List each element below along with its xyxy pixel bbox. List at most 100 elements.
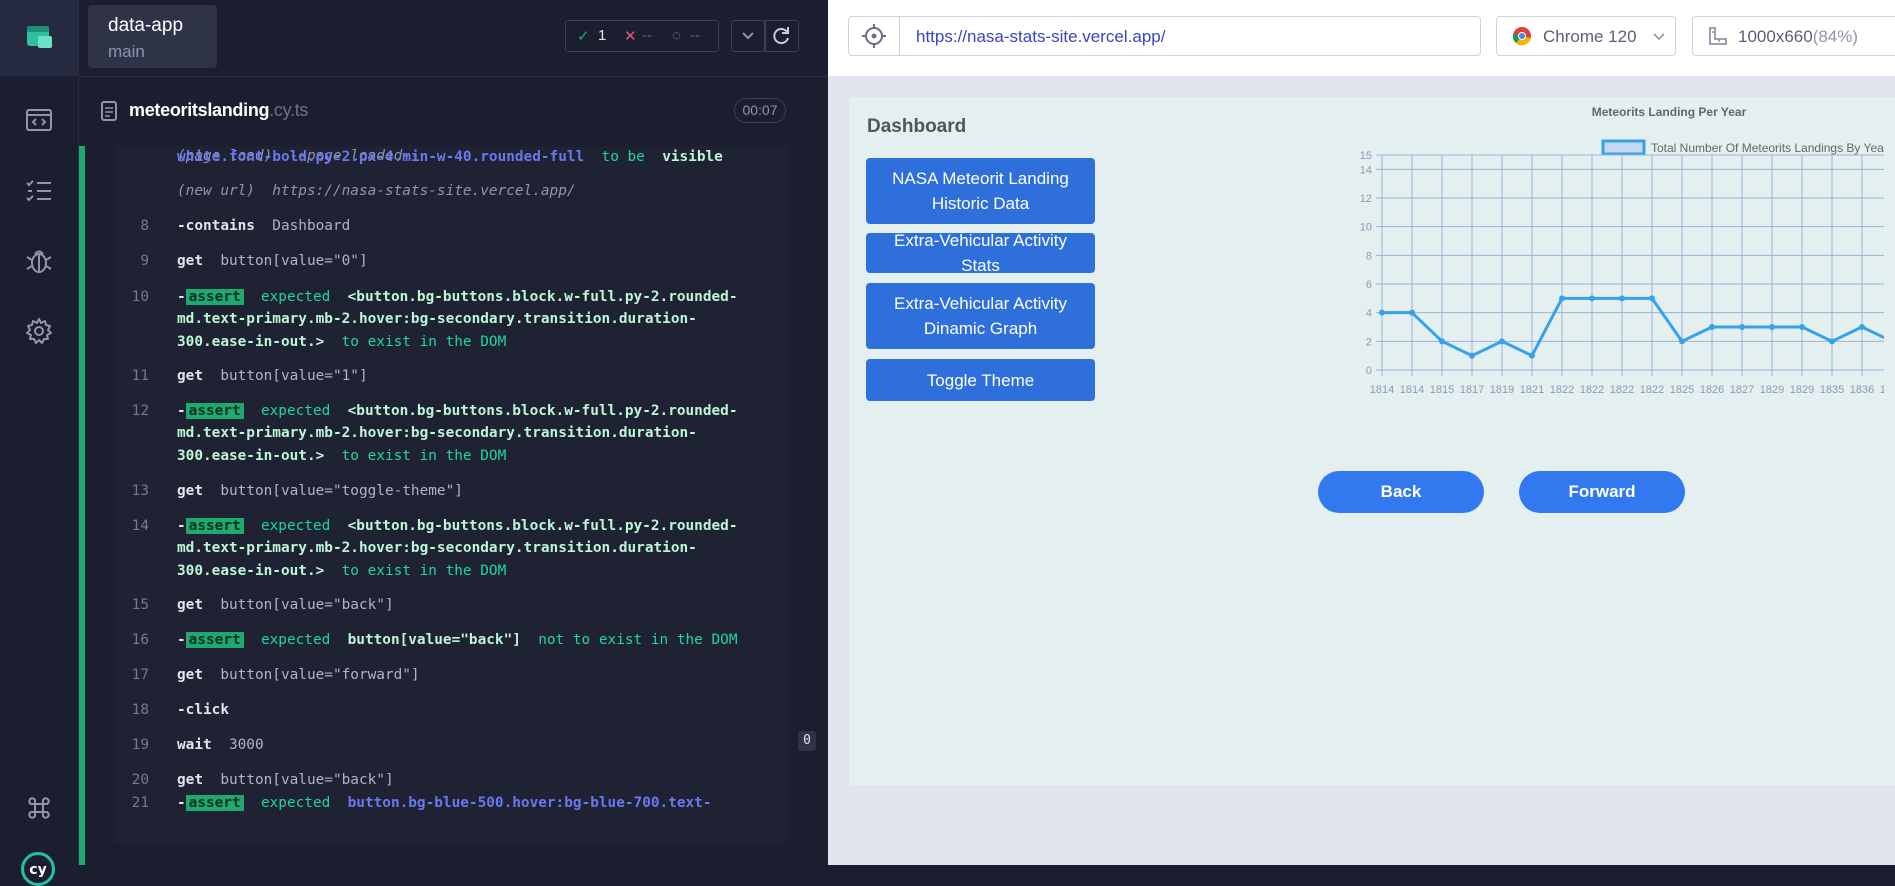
forward-button[interactable]: Forward [1519,471,1685,513]
data-point[interactable] [1709,324,1715,330]
command-segment: 300.ease-in-out.> [177,448,325,464]
data-point[interactable] [1859,324,1865,330]
data-point[interactable] [1379,309,1385,316]
command-segment: md.text-primary.mb-2.hover:bg-secondary.… [177,425,697,441]
x-tick-label: 1827 [1730,384,1754,396]
data-point[interactable] [1769,324,1775,330]
command-segment: white.font-bold.py-2.px-4.min-w-40.round… [177,149,585,165]
keyboard-shortcuts-button[interactable] [24,793,54,823]
x-tick-label: 1819 [1490,384,1514,396]
element-count-badge[interactable]: 0 [798,731,816,751]
y-tick-label: 10 [1360,222,1372,234]
command-segment: -click [177,702,229,718]
command-segment: button[value="forward"] [203,667,420,683]
data-point[interactable] [1559,295,1565,302]
command-log-reporter: data-app main ✓ 1 ✕ -- ◌ -- meteoritslan… [79,0,906,865]
runs-nav-button[interactable] [24,176,54,206]
command-segment: expected [243,289,348,305]
data-point[interactable] [1829,338,1835,345]
data-point[interactable] [1469,352,1475,359]
debug-nav-button[interactable] [24,246,54,276]
eva-stats-button[interactable]: Extra-Vehicular Activity Stats [866,231,1095,275]
duration-badge: 00:07 [734,98,786,123]
spec-file-ext: .cy.ts [269,100,309,120]
command-segment: button[value="1"] [203,368,368,384]
command-number: 8 [140,218,149,234]
x-tick-label: 1821 [1520,384,1544,396]
command-segment: button[value="back"] [203,597,394,613]
spinner-icon: ◌ [672,27,681,44]
x-tick-label: 1817 [1460,384,1484,396]
passed-indicator-bar [79,146,85,865]
assert-badge: assert [185,403,244,419]
chevron-down-icon [742,32,754,40]
data-point[interactable] [1649,295,1655,302]
viewport-selector[interactable]: 1000x660(84%) [1692,16,1895,56]
command-segment: - [177,289,186,305]
command-text: wait 3000 [177,734,264,756]
specs-nav-button[interactable] [24,105,54,135]
back-button[interactable]: Back [1318,471,1484,513]
assert-badge: assert [185,289,244,305]
command-segment: md.text-primary.mb-2.hover:bg-secondary.… [177,540,697,556]
command-text: get button[value="toggle-theme"] [177,480,463,502]
selector-playground-button[interactable] [849,17,900,55]
rerun-button[interactable] [765,20,799,52]
aut-toolbar: https://nasa-stats-site.vercel.app/ Chro… [828,0,1895,76]
command-segment: - [177,403,186,419]
list-check-icon [26,180,51,202]
eva-graph-button[interactable]: Extra-Vehicular Activity Dinamic Graph [866,283,1095,349]
spec-file-base: meteoritslanding [129,100,270,120]
data-point[interactable] [1499,338,1505,345]
command-number: 21 [131,795,149,811]
command-segment: md.text-primary.mb-2.hover:bg-secondary.… [177,311,697,327]
app-logo-tile[interactable] [0,0,78,76]
data-point[interactable] [1409,309,1415,316]
url-bar[interactable]: https://nasa-stats-site.vercel.app/ [848,16,1481,56]
command-number: 17 [131,667,149,683]
command-segment: expected [243,518,348,534]
data-point[interactable] [1439,338,1445,345]
command-text: - assert expected <button.bg-buttons.bloc… [177,400,738,422]
code-window-icon [26,109,52,131]
data-point[interactable] [1799,324,1805,330]
chart-grid [1376,154,1884,376]
page-title: Dashboard [867,116,967,137]
command-segment: get [177,483,203,499]
command-segment: to exist in the DOM [324,334,507,350]
command-text: md.text-primary.mb-2.hover:bg-secondary.… [177,422,697,444]
command-text: -click [177,699,229,721]
aut-url[interactable]: https://nasa-stats-site.vercel.app/ [916,27,1165,47]
command-number: 18 [131,702,149,718]
command-segment: get [177,597,203,613]
data-point[interactable] [1529,352,1535,359]
series-points [1379,295,1865,359]
collapse-button[interactable] [731,20,765,52]
command-text: 300.ease-in-out.> to exist in the DOM [177,445,506,467]
cross-icon: ✕ [624,28,637,45]
y-tick-label: 0 [1366,365,1372,377]
command-segment: Dashboard [254,218,351,234]
command-segment: expected [243,795,348,811]
data-point[interactable] [1589,295,1595,302]
browser-selector[interactable]: Chrome 120 [1496,16,1676,56]
settings-nav-button[interactable] [24,316,54,346]
toggle-theme-button[interactable]: Toggle Theme [866,359,1095,401]
command-segment: - [177,795,186,811]
data-point[interactable] [1739,324,1745,330]
nasa-meteorit-button[interactable]: NASA Meteorit Landing Historic Data [866,158,1095,224]
command-segment: button.bg-blue-500.hover:bg-blue-700.tex… [347,795,712,811]
spec-chip[interactable]: data-app main [88,5,217,68]
app-under-test: https://nasa-stats-site.vercel.app/ Chro… [828,0,1895,865]
command-list-panel: (page load) --page loaded-- (new url) htt… [79,146,816,865]
crosshair-icon [862,24,886,48]
command-key-icon [28,797,50,819]
command-number: 12 [131,403,149,419]
command-segment: -contains [177,218,255,234]
data-point[interactable] [1679,338,1685,345]
assert-badge: assert [185,518,244,534]
command-text: white.font-bold.py-2.px-4.min-w-40.round… [177,146,723,168]
data-point[interactable] [1619,295,1625,302]
y-tick-label: 14 [1360,164,1372,176]
viewport-scale: (84%) [1812,27,1859,46]
